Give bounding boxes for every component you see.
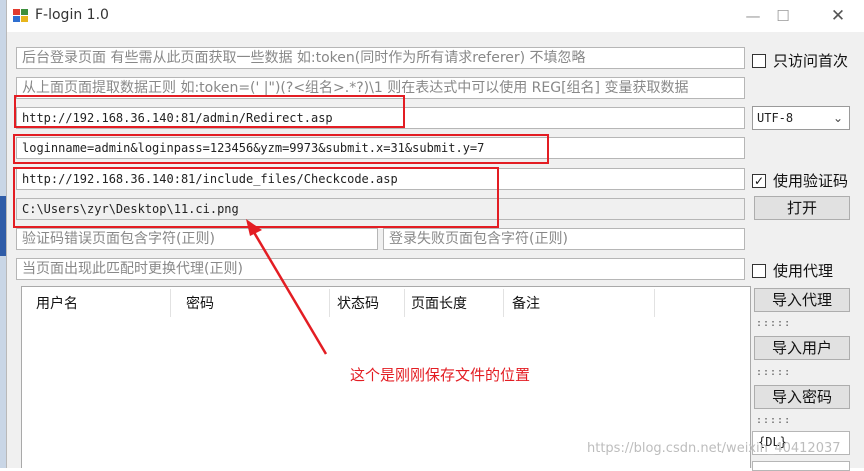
annotation-text: 这个是刚刚保存文件的位置 [350,366,531,384]
annotation-arrow [246,219,328,355]
watermark: https://blog.csdn.net/weixin_40412037 [587,441,841,456]
